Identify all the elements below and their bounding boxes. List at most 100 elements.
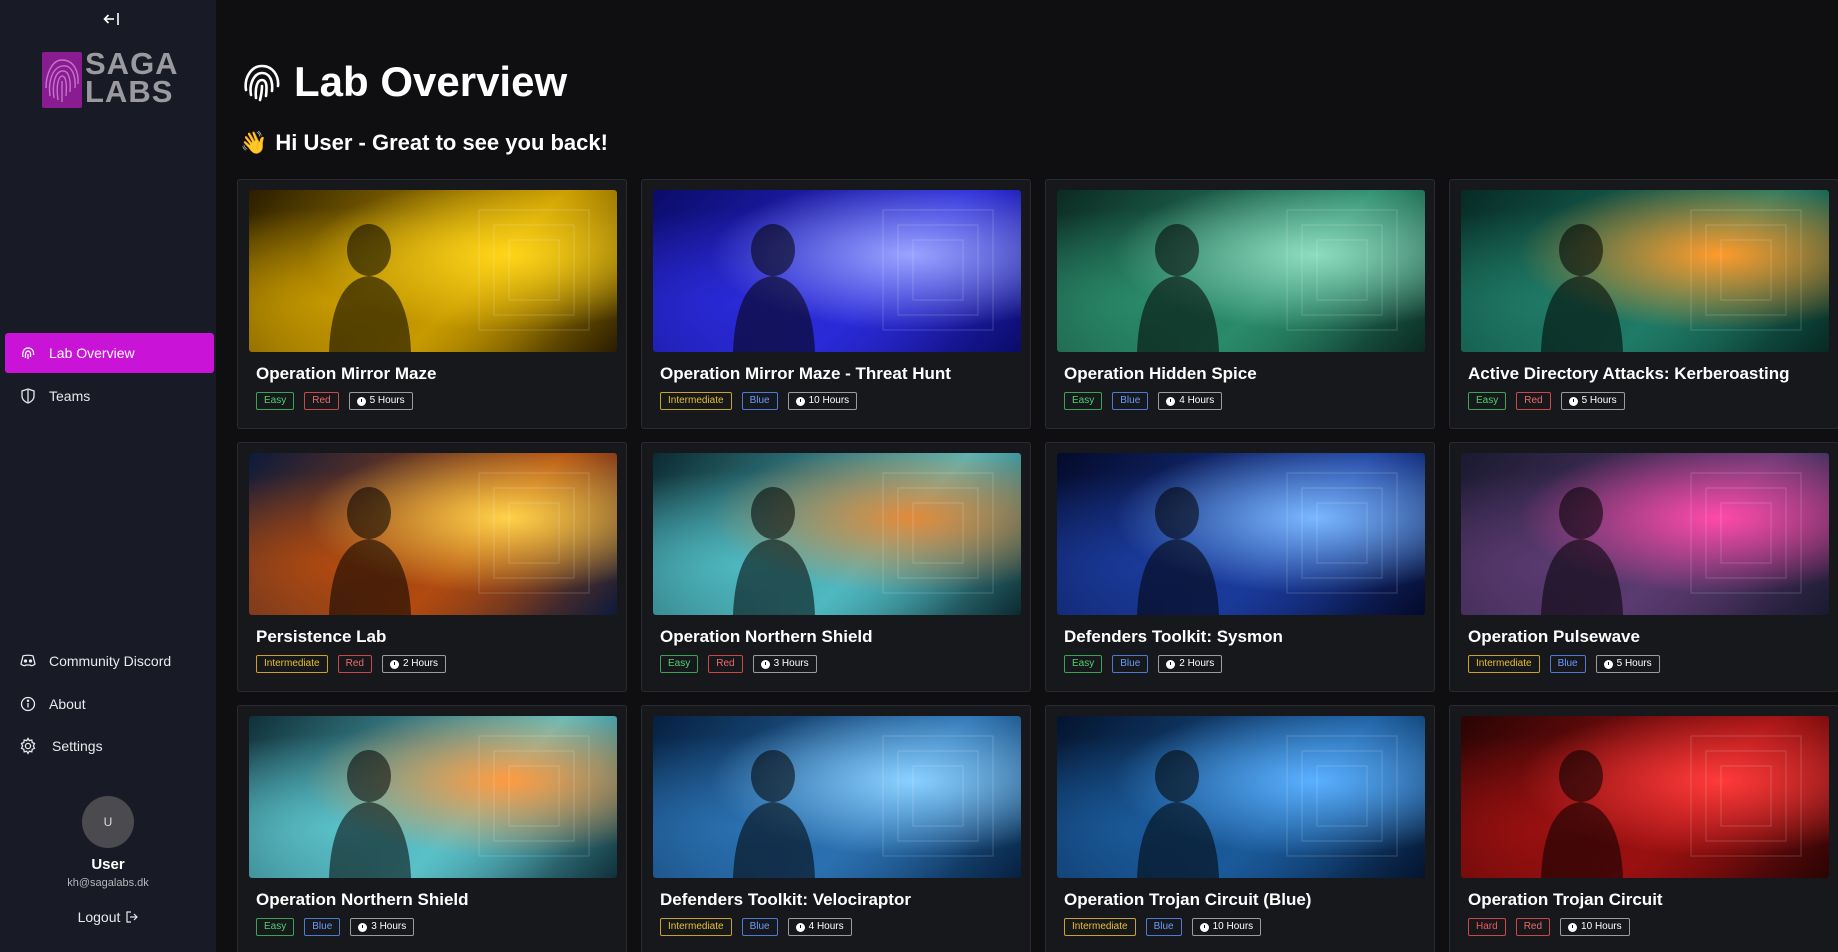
lab-artwork xyxy=(329,209,590,352)
lab-artwork xyxy=(733,735,994,878)
info-icon xyxy=(19,695,37,713)
duration-badge: 4 Hours xyxy=(787,918,852,936)
difficulty-badge: Intermediate xyxy=(660,392,732,410)
avatar[interactable]: U xyxy=(82,796,134,848)
sidebar: SAGA LABS Lab Overview Teams Community D… xyxy=(0,0,216,952)
greeting: 👋 Hi User - Great to see you back! xyxy=(240,130,608,156)
lab-tags: Intermediate Blue 4 Hours xyxy=(660,918,852,936)
lab-artwork xyxy=(1541,735,1802,878)
user-name: User xyxy=(91,856,125,873)
lab-thumbnail xyxy=(1461,190,1829,352)
lab-artwork xyxy=(1541,209,1802,352)
duration-badge: 3 Hours xyxy=(752,655,817,673)
lab-card[interactable]: Operation Trojan Circuit (Blue) Intermedi… xyxy=(1045,705,1435,952)
lab-thumbnail xyxy=(1057,453,1425,615)
lab-card[interactable]: Defenders Toolkit: Sysmon Easy Blue 2 Hours xyxy=(1045,442,1435,692)
logo-wordmark: SAGA LABS xyxy=(85,48,179,107)
logout-button[interactable]: Logout xyxy=(78,909,139,925)
team-badge: Blue xyxy=(1145,918,1182,936)
lab-thumbnail xyxy=(1057,716,1425,878)
lab-tags: Intermediate Blue 10 Hours xyxy=(1064,918,1262,936)
clock-icon xyxy=(795,922,805,932)
lab-thumbnail xyxy=(1461,453,1829,615)
clock-icon xyxy=(1166,659,1176,669)
lab-title: Operation Trojan Circuit (Blue) xyxy=(1064,890,1312,909)
lab-thumbnail xyxy=(653,190,1021,352)
nav-lab-overview[interactable]: Lab Overview xyxy=(5,333,214,373)
duration-badge: 5 Hours xyxy=(1595,655,1660,673)
lab-card[interactable]: Operation Hidden Spice Easy Blue 4 Hours xyxy=(1045,179,1435,429)
lab-tags: Easy Blue 2 Hours xyxy=(1064,655,1223,673)
team-badge: Red xyxy=(337,655,372,673)
difficulty-badge: Easy xyxy=(256,918,295,936)
lab-card[interactable]: Defenders Toolkit: Velociraptor Intermedi… xyxy=(641,705,1031,952)
team-badge: Red xyxy=(1515,918,1551,936)
logout-label: Logout xyxy=(77,909,121,925)
duration-text: 3 Hours xyxy=(773,658,809,669)
lab-card[interactable]: Operation Mirror Maze - Threat Hunt Inter… xyxy=(641,179,1031,429)
team-badge: Red xyxy=(1516,392,1551,410)
lab-title: Defenders Toolkit: Sysmon xyxy=(1064,627,1283,646)
lab-artwork xyxy=(733,472,994,615)
lab-card[interactable]: Operation Mirror Maze Easy Red 5 Hours xyxy=(237,179,627,429)
duration-text: 5 Hours xyxy=(1616,658,1652,669)
lab-thumbnail xyxy=(1461,716,1829,878)
duration-badge: 4 Hours xyxy=(1158,392,1223,410)
lab-tags: Intermediate Blue 5 Hours xyxy=(1468,655,1660,673)
lab-thumbnail xyxy=(653,453,1021,615)
duration-badge: 3 Hours xyxy=(350,918,415,936)
lab-tags: Easy Blue 4 Hours xyxy=(1064,392,1223,410)
duration-text: 4 Hours xyxy=(808,921,844,932)
lab-tags: Intermediate Red 2 Hours xyxy=(256,655,446,673)
duration-badge: 10 Hours xyxy=(1191,918,1262,936)
lab-artwork xyxy=(1137,472,1398,615)
nav-settings[interactable]: Settings xyxy=(5,726,214,766)
page-title: Lab Overview xyxy=(240,58,567,106)
duration-text: 4 Hours xyxy=(1179,395,1215,406)
collapse-sidebar-button[interactable] xyxy=(100,8,122,30)
difficulty-badge: Easy xyxy=(1468,392,1507,410)
lab-artwork xyxy=(329,735,590,878)
clock-icon xyxy=(356,396,366,406)
lab-title: Defenders Toolkit: Velociraptor xyxy=(660,890,911,909)
duration-text: 5 Hours xyxy=(369,395,405,406)
difficulty-badge: Easy xyxy=(1064,392,1103,410)
lab-title: Active Directory Attacks: Kerberoasting xyxy=(1468,364,1790,383)
clock-icon xyxy=(358,922,368,932)
lab-title: Operation Northern Shield xyxy=(660,627,873,646)
lab-thumbnail xyxy=(249,453,617,615)
duration-badge: 2 Hours xyxy=(1158,655,1223,673)
lab-title: Operation Trojan Circuit xyxy=(1468,890,1663,909)
nav-about[interactable]: About xyxy=(5,684,214,724)
nav-community-discord[interactable]: Community Discord xyxy=(5,641,214,681)
lab-card[interactable]: Persistence Lab Intermediate Red 2 Hours xyxy=(237,442,627,692)
lab-tags: Intermediate Blue 10 Hours xyxy=(660,392,858,410)
clock-icon xyxy=(389,659,399,669)
team-badge: Red xyxy=(304,392,339,410)
nav-teams[interactable]: Teams xyxy=(5,376,214,416)
lab-card[interactable]: Operation Pulsewave Intermediate Blue 5 Hou… xyxy=(1449,442,1838,692)
team-badge: Blue xyxy=(741,392,778,410)
clock-icon xyxy=(1603,659,1613,669)
lab-card[interactable]: Operation Northern Shield Easy Red 3 Hours xyxy=(641,442,1031,692)
clock-icon xyxy=(760,659,770,669)
lab-title: Operation Mirror Maze - Threat Hunt xyxy=(660,364,951,383)
lab-artwork xyxy=(329,472,590,615)
difficulty-badge: Easy xyxy=(1064,655,1103,673)
lab-card[interactable]: Active Directory Attacks: Kerberoasting E… xyxy=(1449,179,1838,429)
shield-icon xyxy=(19,387,37,405)
discord-icon xyxy=(19,652,37,670)
lab-thumbnail xyxy=(1057,190,1425,352)
nav-label: Community Discord xyxy=(49,653,172,669)
difficulty-badge: Easy xyxy=(660,655,699,673)
duration-badge: 5 Hours xyxy=(1560,392,1625,410)
difficulty-badge: Intermediate xyxy=(256,655,328,673)
duration-text: 10 Hours xyxy=(808,395,850,406)
duration-text: 10 Hours xyxy=(1581,921,1622,932)
lab-card[interactable]: Operation Northern Shield Easy Blue 3 Hours xyxy=(237,705,627,952)
fingerprint-icon xyxy=(19,344,37,362)
duration-badge: 2 Hours xyxy=(381,655,446,673)
lab-card[interactable]: Operation Trojan Circuit Hard Red 10 Hours xyxy=(1449,705,1838,952)
lab-title: Operation Mirror Maze xyxy=(256,364,437,383)
duration-text: 3 Hours xyxy=(371,921,407,932)
